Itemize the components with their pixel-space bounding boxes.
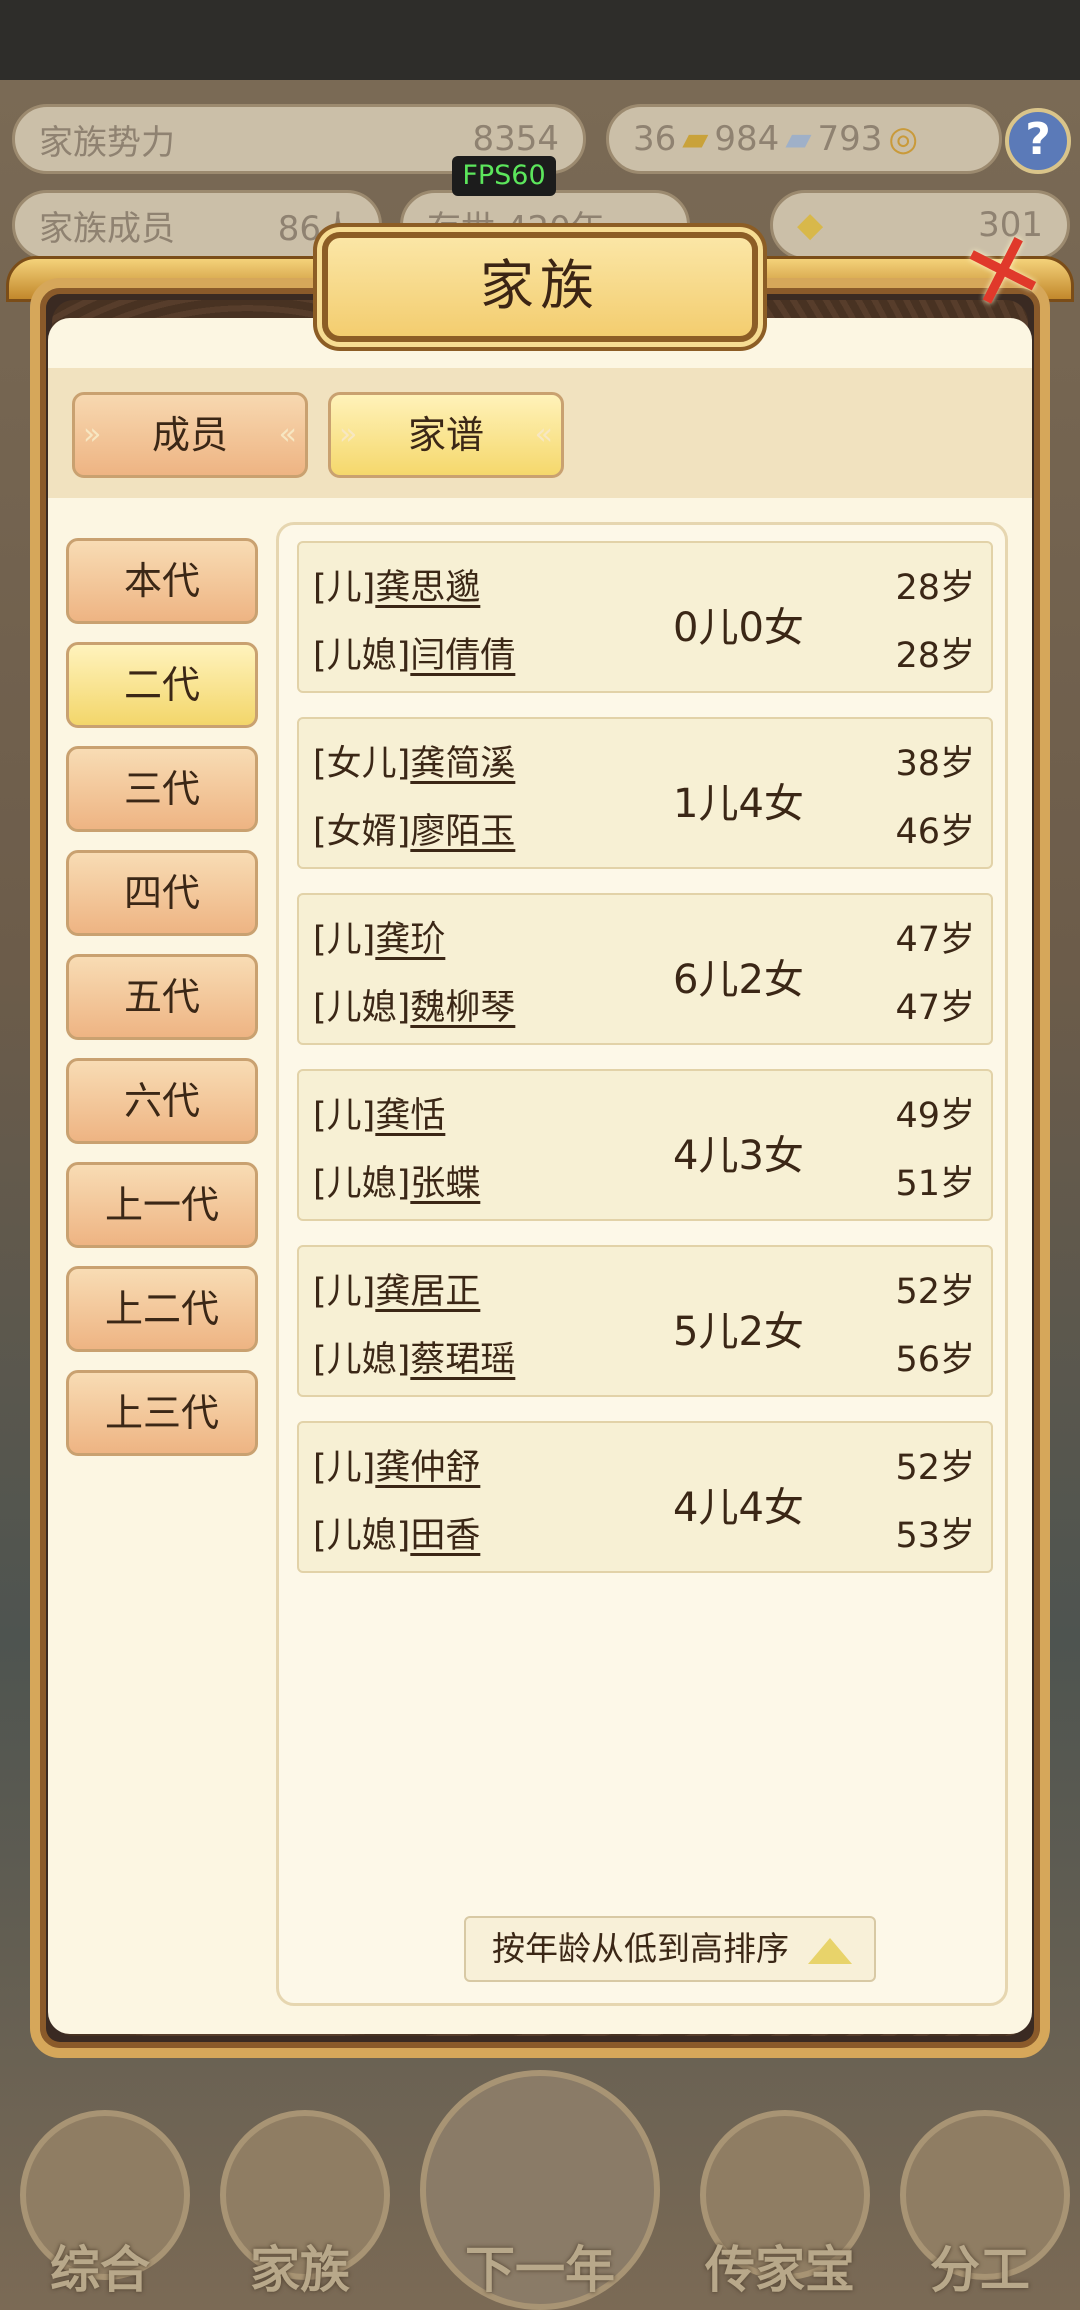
relation-label: [儿] (313, 920, 376, 960)
relation-label: [女儿] (313, 744, 411, 784)
ingot-icon: ◆ (797, 205, 824, 245)
couple-card[interactable]: [儿]龚玠 [儿媳]魏柳琴 6儿2女 47岁 47岁 (297, 893, 993, 1045)
family-list[interactable]: [儿]龚思邈 [儿媳]闫倩倩 0儿0女 28岁 28岁 [女儿]龚简溪 [女婿]… (276, 522, 1008, 2006)
nav-assignment[interactable]: 分工 (880, 2070, 1080, 2310)
nav-label: 分工 (930, 2241, 1030, 2299)
children-count: 0儿0女 (673, 605, 804, 651)
nav-family[interactable]: 家族 (200, 2070, 400, 2310)
member-age: 28岁 (895, 568, 975, 608)
relation-label: [儿媳] (313, 1516, 411, 1556)
relation-label: [儿] (313, 1448, 376, 1488)
generation-button-2[interactable]: 二代 (66, 642, 258, 728)
clan-power-label: 家族势力 (39, 122, 175, 163)
nav-label: 家族 (250, 2241, 350, 2299)
nav-label: 综合 (50, 2241, 150, 2299)
generation-button-6[interactable]: 六代 (66, 1058, 258, 1144)
nav-next-year[interactable]: 下一年 (420, 2070, 660, 2310)
relation-label: [女婿] (313, 812, 411, 852)
gold-count: 36 (633, 119, 677, 159)
spouse-name-link[interactable]: 魏柳琴 (410, 988, 515, 1028)
fps-counter: FPS60 (452, 156, 556, 196)
children-count: 5儿2女 (673, 1309, 804, 1355)
silver-bar-icon: ▰ (785, 119, 812, 159)
members-label: 家族成员 (39, 208, 175, 249)
spouse-name-link[interactable]: 廖陌玉 (410, 812, 515, 852)
children-count: 4儿3女 (673, 1133, 804, 1179)
silver-count: 984 (714, 119, 780, 159)
children-count: 4儿4女 (673, 1485, 804, 1531)
children-count: 6儿2女 (673, 957, 804, 1003)
generation-button-prev-2[interactable]: 上二代 (66, 1266, 258, 1352)
member-age: 49岁 (895, 1096, 975, 1136)
currency-pill: 36 ▰ 984 ▰ 793 ◎ (606, 104, 1002, 174)
help-button[interactable]: ? (1005, 108, 1071, 174)
gold-bar-icon: ▰ (682, 119, 709, 159)
sort-ascending-icon (808, 1938, 852, 1964)
relation-label: [儿媳] (313, 988, 411, 1028)
status-bar (0, 0, 1080, 80)
tab-family-tree[interactable]: 家谱 (328, 392, 564, 478)
generation-button-prev-1[interactable]: 上一代 (66, 1162, 258, 1248)
spouse-name-link[interactable]: 田香 (410, 1516, 480, 1556)
sort-by-age-button[interactable]: 按年龄从低到高排序 (464, 1916, 876, 1982)
spouse-age: 47岁 (895, 988, 975, 1028)
spouse-name-link[interactable]: 闫倩倩 (410, 636, 515, 676)
member-age: 38岁 (895, 744, 975, 784)
generation-button-3[interactable]: 三代 (66, 746, 258, 832)
generation-button-prev-3[interactable]: 上三代 (66, 1370, 258, 1456)
spouse-age: 46岁 (895, 812, 975, 852)
member-age: 52岁 (895, 1448, 975, 1488)
relation-label: [儿媳] (313, 1340, 411, 1380)
spouse-age: 53岁 (895, 1516, 975, 1556)
relation-label: [儿媳] (313, 1164, 411, 1204)
nav-heirloom[interactable]: 传家宝 (680, 2070, 880, 2310)
member-name-link[interactable]: 龚简溪 (410, 744, 515, 784)
couple-card[interactable]: [儿]龚思邈 [儿媳]闫倩倩 0儿0女 28岁 28岁 (297, 541, 993, 693)
generation-button-5[interactable]: 五代 (66, 954, 258, 1040)
couple-card[interactable]: [女儿]龚简溪 [女婿]廖陌玉 1儿4女 38岁 46岁 (297, 717, 993, 869)
relation-label: [儿媳] (313, 636, 411, 676)
tab-members[interactable]: 成员 (72, 392, 308, 478)
coin-icon: ◎ (888, 119, 919, 159)
spouse-name-link[interactable]: 蔡珺瑶 (410, 1340, 515, 1380)
nav-label: 下一年 (465, 2241, 615, 2299)
dialog-title: 家族 (322, 232, 758, 342)
relation-label: [儿] (313, 1272, 376, 1312)
spouse-age: 28岁 (895, 636, 975, 676)
member-age: 47岁 (895, 920, 975, 960)
clan-power-value: 8354 (472, 119, 559, 159)
close-icon: ✕ (947, 206, 1060, 338)
couple-card[interactable]: [儿]龚居正 [儿媳]蔡珺瑶 5儿2女 52岁 56岁 (297, 1245, 993, 1397)
coin-count: 793 (817, 119, 883, 159)
member-name-link[interactable]: 龚玠 (375, 920, 445, 960)
sort-label: 按年龄从低到高排序 (492, 1929, 789, 1968)
spouse-age: 51岁 (895, 1164, 975, 1204)
spouse-name-link[interactable]: 张蝶 (410, 1164, 480, 1204)
relation-label: [儿] (313, 568, 376, 608)
member-name-link[interactable]: 龚恬 (375, 1096, 445, 1136)
member-name-link[interactable]: 龚居正 (375, 1272, 480, 1312)
member-name-link[interactable]: 龚思邈 (375, 568, 480, 608)
relation-label: [儿] (313, 1096, 376, 1136)
children-count: 1儿4女 (673, 781, 804, 827)
spouse-age: 56岁 (895, 1340, 975, 1380)
member-age: 52岁 (895, 1272, 975, 1312)
nav-general[interactable]: 综合 (0, 2070, 200, 2310)
generation-button-1[interactable]: 本代 (66, 538, 258, 624)
generation-button-4[interactable]: 四代 (66, 850, 258, 936)
nav-label: 传家宝 (705, 2241, 855, 2299)
couple-card[interactable]: [儿]龚恬 [儿媳]张蝶 4儿3女 49岁 51岁 (297, 1069, 993, 1221)
couple-card[interactable]: [儿]龚仲舒 [儿媳]田香 4儿4女 52岁 53岁 (297, 1421, 993, 1573)
member-name-link[interactable]: 龚仲舒 (375, 1448, 480, 1488)
